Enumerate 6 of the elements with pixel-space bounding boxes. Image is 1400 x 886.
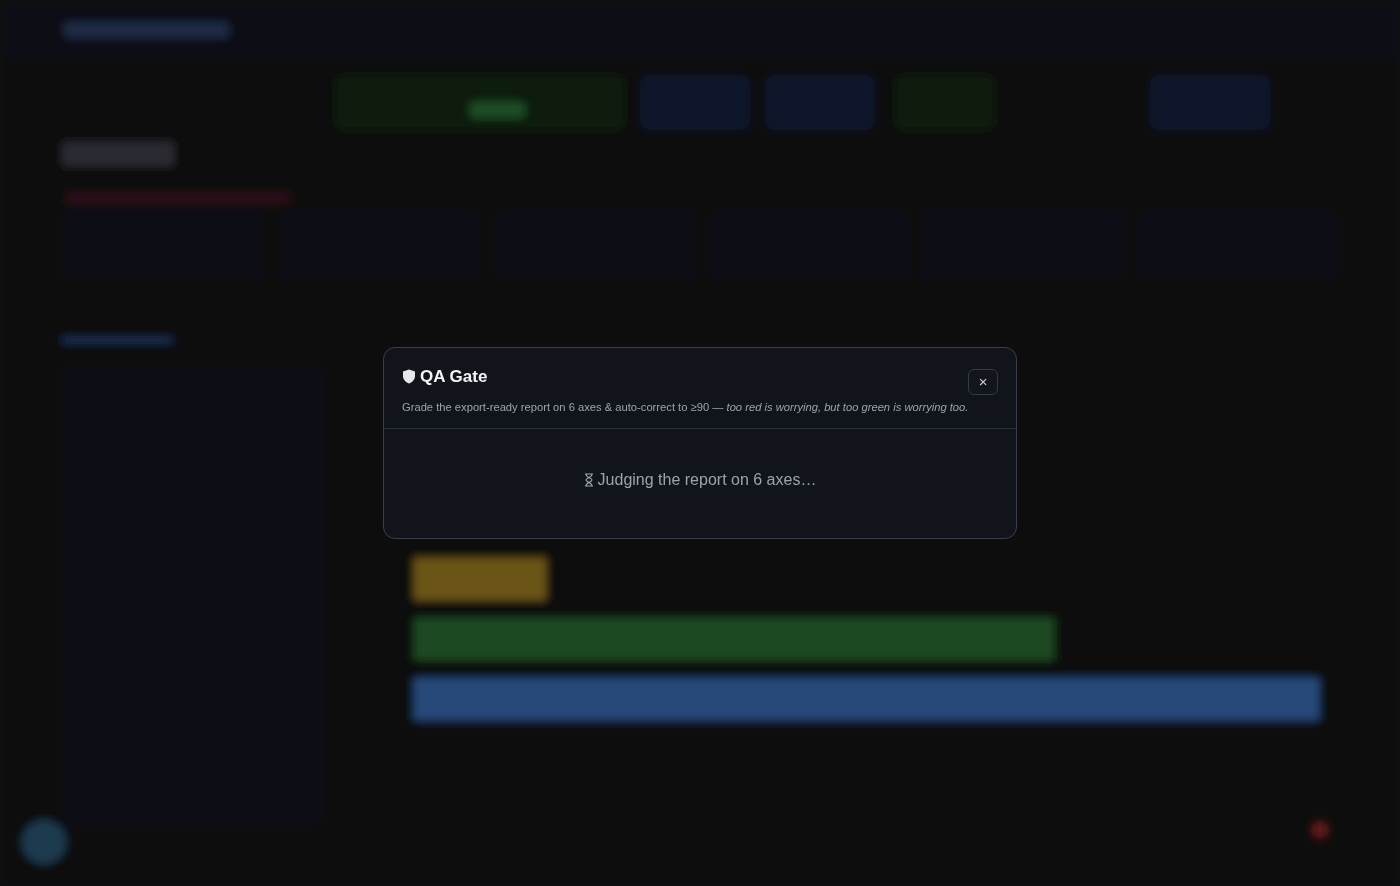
- close-button[interactable]: ×: [968, 369, 998, 395]
- dialog-title: QA Gate: [420, 366, 488, 388]
- loading-status: Judging the report on 6 axes…: [597, 469, 817, 490]
- dialog-description: Grade the export-ready report on 6 axes & auto-correct to ≥90 — too red is worrying, but too green is worrying too.: [402, 399, 969, 415]
- shield-icon: [402, 369, 416, 385]
- hourglass-icon: [583, 472, 594, 487]
